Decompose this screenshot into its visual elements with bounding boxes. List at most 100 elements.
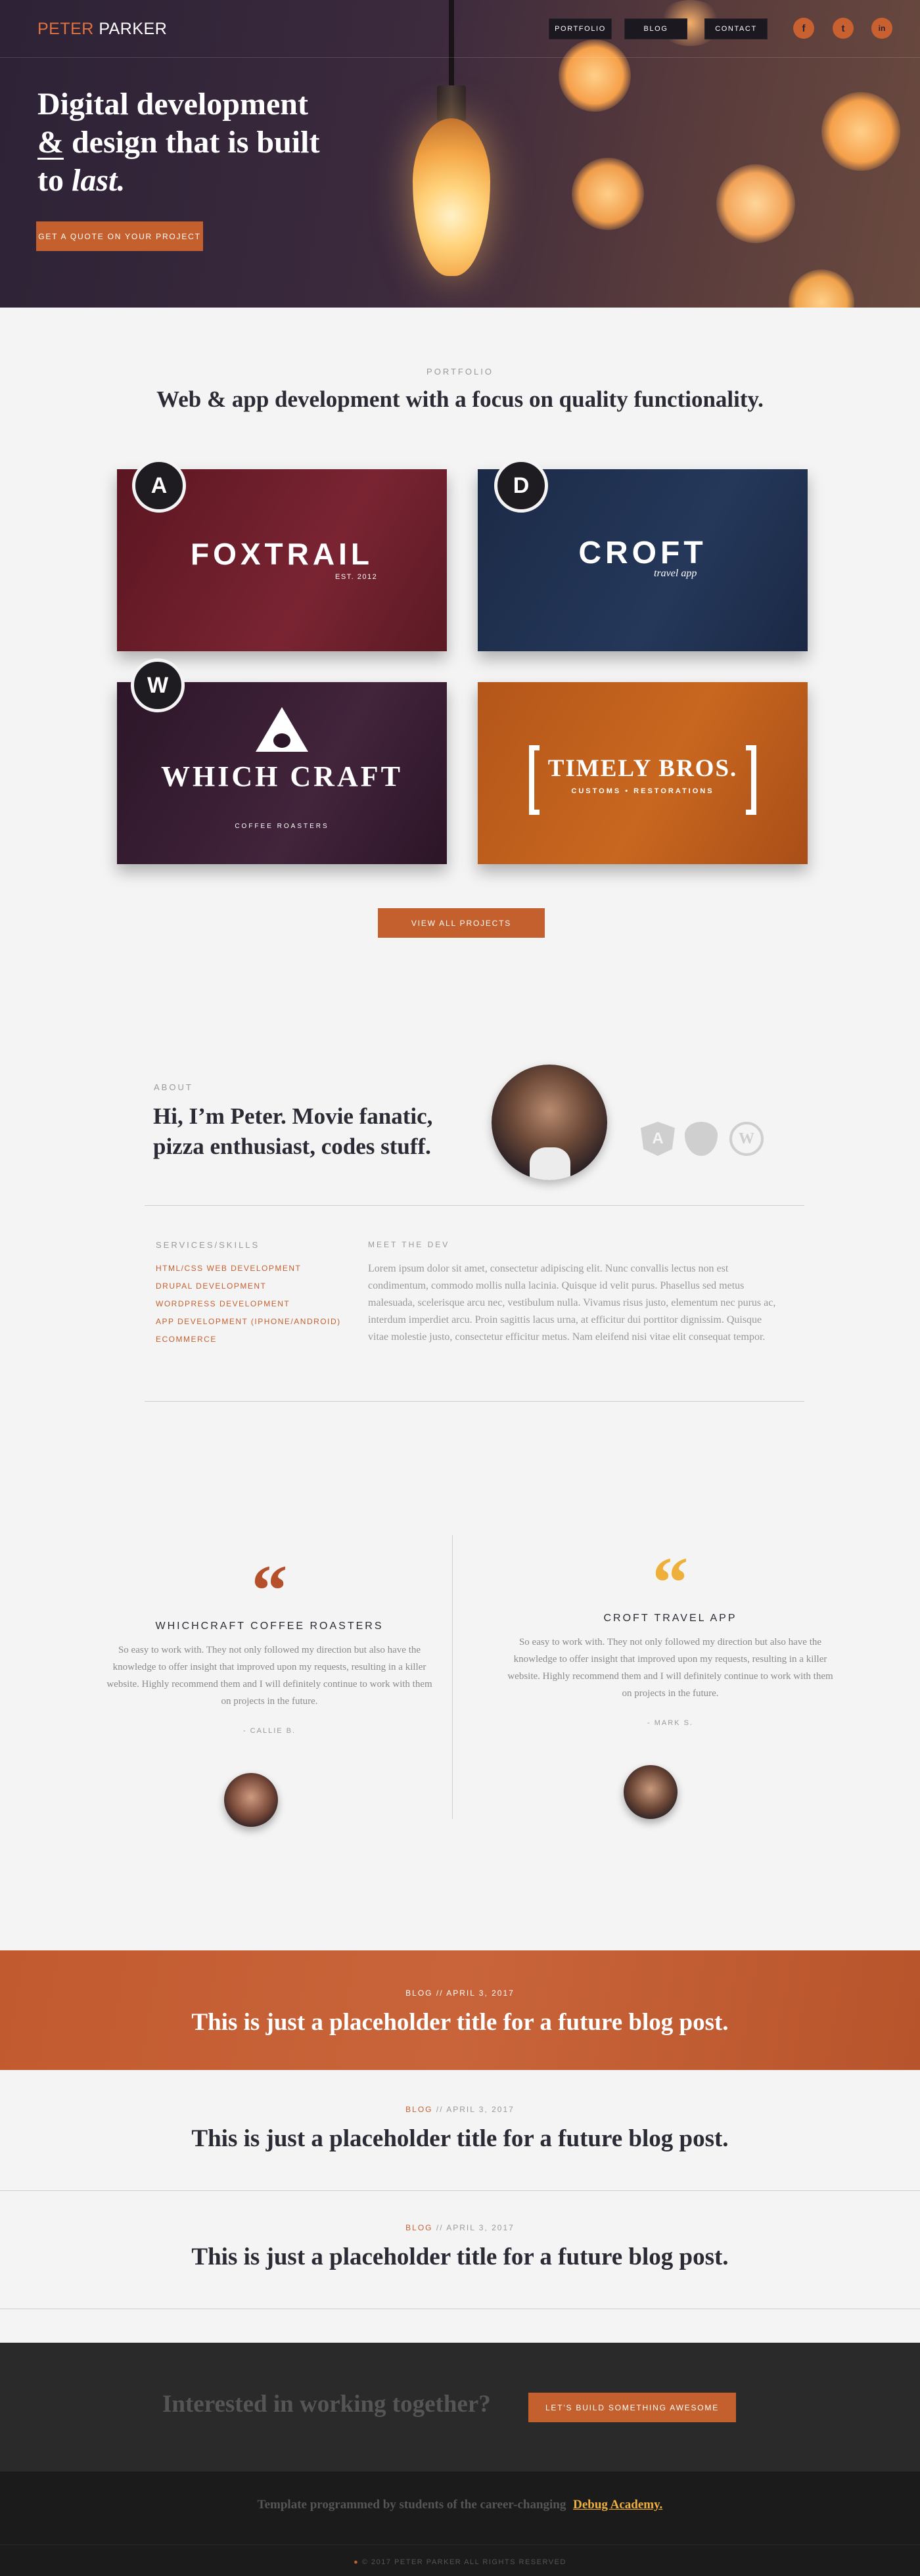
project-title: FOXTRAIL xyxy=(191,537,373,571)
headline-line-1: Digital development xyxy=(37,87,308,122)
skill-item: WORDPRESS DEVELOPMENT xyxy=(156,1299,290,1308)
twitter-icon[interactable]: t xyxy=(833,18,854,39)
drupal-icon xyxy=(685,1122,718,1156)
bulb-socket xyxy=(437,85,466,121)
blog-meta: BLOG // APRIL 3, 2017 xyxy=(405,1989,515,1998)
skill-item: DRUPAL DEVELOPMENT xyxy=(156,1281,267,1291)
nav-portfolio[interactable]: PORTFOLIO xyxy=(549,18,612,39)
bulb-cord xyxy=(449,0,454,92)
headline-last: last. xyxy=(71,163,126,198)
nav-contact[interactable]: CONTACT xyxy=(704,18,768,39)
hero-section: PETER PARKER PORTFOLIO BLOG CONTACT f t … xyxy=(0,0,920,308)
testimonial-author: - CALLIE B. xyxy=(242,1727,296,1735)
project-subtitle: travel app xyxy=(654,568,697,579)
project-title: CROFT xyxy=(578,536,707,570)
wordpress-icon: W xyxy=(131,658,185,712)
skills-title: SERVICES/SKILLS xyxy=(156,1240,260,1250)
about-divider-top xyxy=(145,1205,804,1206)
build-something-button[interactable]: LET'S BUILD SOMETHING AWESOME xyxy=(528,2393,736,2422)
footer: Template programmed by students of the c… xyxy=(0,2472,920,2576)
about-heading-line-2: pizza enthusiast, codes stuff. xyxy=(153,1134,431,1159)
blog-title[interactable]: This is just a placeholder title for a f… xyxy=(0,2008,920,2036)
blog-category: BLOG xyxy=(405,1989,433,1998)
blog-featured-band[interactable]: BLOG // APRIL 3, 2017 This is just a pla… xyxy=(0,1950,920,2070)
quote-icon: “ xyxy=(652,1542,689,1622)
view-all-projects-button[interactable]: VIEW ALL PROJECTS xyxy=(378,908,545,938)
blog-divider xyxy=(0,2190,920,2191)
headline-line-2: design that is built xyxy=(63,125,320,160)
cta-section: Interested in working together? LET'S BU… xyxy=(0,2343,920,2472)
footer-divider xyxy=(0,2544,920,2545)
blog-category: BLOG xyxy=(405,2223,433,2232)
blog-post[interactable]: BLOG // APRIL 3, 2017 This is just a pla… xyxy=(0,2105,920,2153)
blog-post[interactable]: BLOG // APRIL 3, 2017 This is just a pla… xyxy=(0,2223,920,2271)
testimonial-text: So easy to work with. They not only foll… xyxy=(106,1645,432,1707)
cta-text: Interested in working together? xyxy=(162,2391,491,2418)
about-heading-line-1: Hi, I’m Peter. Movie fanatic, xyxy=(153,1103,433,1129)
mark-avatar xyxy=(624,1765,678,1819)
linkedin-icon[interactable]: in xyxy=(871,18,892,39)
avatar-shirt xyxy=(530,1147,570,1180)
get-quote-button[interactable]: GET A QUOTE ON YOUR PROJECT xyxy=(36,221,203,251)
testimonial-author: - MARK S. xyxy=(647,1719,693,1727)
logo-first-name: PETER xyxy=(37,20,94,38)
light-bulb xyxy=(413,118,490,276)
logo-last-name: PARKER xyxy=(99,20,168,38)
skill-item: HTML/CSS WEB DEVELOPMENT xyxy=(156,1264,302,1273)
project-subtitle: COFFEE ROASTERS xyxy=(235,823,329,830)
wordpress-icon: W xyxy=(729,1122,764,1156)
footer-credit-text: Template programmed by students of the c… xyxy=(257,2498,566,2512)
meet-dev-text: Lorem ipsum dolor sit amet, consectetur … xyxy=(368,1263,776,1343)
meet-dev-title: MEET THE DEV xyxy=(368,1240,450,1249)
project-subtitle: EST. 2012 xyxy=(335,573,378,581)
angular-icon: A xyxy=(132,459,186,513)
nav-blog[interactable]: BLOG xyxy=(624,18,687,39)
copyright-text: © 2017 PETER PARKER ALL RIGHTS RESERVED xyxy=(361,2558,566,2566)
skill-item: ECOMMERCE xyxy=(156,1335,217,1344)
debug-academy-link[interactable]: Debug Academy. xyxy=(573,2498,662,2512)
bokeh-light xyxy=(821,92,900,171)
bokeh-light xyxy=(572,158,644,230)
quote-icon: “ xyxy=(251,1550,288,1630)
bokeh-light xyxy=(559,39,631,112)
about-heading: Hi, I’m Peter. Movie fanatic, pizza enth… xyxy=(153,1101,432,1162)
project-card-timely-bros[interactable]: TIMELY BROS. CUSTOMS • RESTORATIONS xyxy=(478,682,808,864)
drupal-icon: D xyxy=(494,459,548,513)
hero-headline: Digital development & design that is bui… xyxy=(37,85,405,200)
skills-list: HTML/CSS WEB DEVELOPMENT DRUPAL DEVELOPM… xyxy=(156,1260,341,1348)
blog-date: APRIL 3, 2017 xyxy=(446,2223,515,2232)
blog-title[interactable]: This is just a placeholder title for a f… xyxy=(0,2243,920,2271)
project-title: WHICH CRAFT xyxy=(161,760,403,793)
blog-meta: BLOG // APRIL 3, 2017 xyxy=(405,2223,515,2232)
bokeh-light xyxy=(789,269,854,308)
nav-divider xyxy=(0,57,920,58)
blog-date: APRIL 3, 2017 xyxy=(446,1989,515,1998)
blog-date: APRIL 3, 2017 xyxy=(446,2105,515,2114)
headline-line-3: to xyxy=(37,163,72,198)
project-title: TIMELY BROS. xyxy=(547,755,738,782)
blog-category: BLOG xyxy=(405,2105,433,2114)
portfolio-kicker: PORTFOLIO xyxy=(426,367,494,377)
blog-title[interactable]: This is just a placeholder title for a f… xyxy=(0,2125,920,2153)
testimonial-company: WHICHCRAFT COFFEE ROASTERS xyxy=(155,1621,384,1632)
facebook-icon[interactable]: f xyxy=(793,18,814,39)
copyright: ● © 2017 PETER PARKER ALL RIGHTS RESERVE… xyxy=(0,2558,920,2566)
testimonial-divider xyxy=(452,1535,453,1819)
footer-credit: Template programmed by students of the c… xyxy=(0,2498,920,2512)
copyright-icon: ● xyxy=(354,2558,359,2566)
testimonial-card: “ WHICHCRAFT COFFEE ROASTERS So easy to … xyxy=(96,1550,443,1735)
peter-avatar xyxy=(492,1065,607,1180)
raven-eye-icon xyxy=(273,733,290,748)
bokeh-light xyxy=(716,164,795,243)
blog-meta: BLOG // APRIL 3, 2017 xyxy=(405,2105,515,2114)
testimonial-company: CROFT TRAVEL APP xyxy=(603,1613,737,1624)
callie-avatar xyxy=(224,1773,278,1827)
about-kicker: ABOUT xyxy=(154,1082,193,1092)
angular-icon: A xyxy=(641,1122,675,1156)
skill-item: APP DEVELOPMENT (IPHONE/ANDROID) xyxy=(156,1317,341,1326)
project-subtitle: CUSTOMS • RESTORATIONS xyxy=(571,787,714,795)
portfolio-heading: Web & app development with a focus on qu… xyxy=(156,386,764,412)
about-divider-bottom xyxy=(145,1401,804,1402)
headline-ampersand: & xyxy=(37,125,64,160)
site-logo[interactable]: PETER PARKER xyxy=(37,20,167,39)
